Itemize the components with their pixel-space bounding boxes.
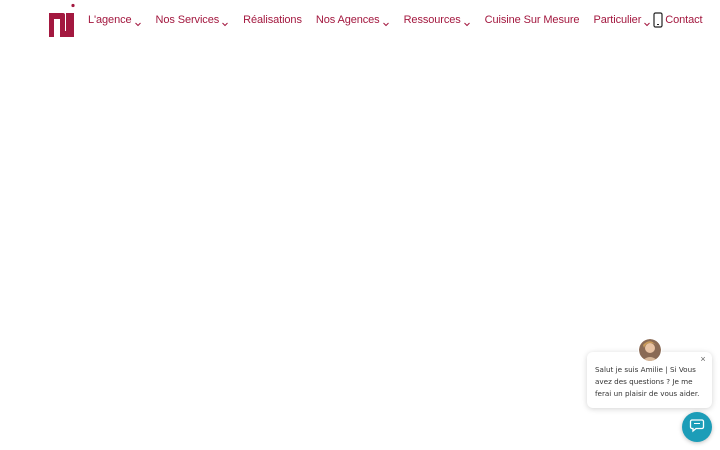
site-header: L'agence Nos Services Réalisations Nos A… bbox=[0, 0, 720, 40]
nav-item-agence[interactable]: L'agence bbox=[88, 11, 142, 29]
avatar bbox=[639, 339, 661, 361]
brand-logo[interactable] bbox=[49, 3, 77, 37]
chat-launcher-button[interactable] bbox=[682, 412, 712, 442]
nav-item-label: Ressources bbox=[403, 14, 461, 26]
nav-item-services[interactable]: Nos Services bbox=[156, 11, 230, 29]
nav-item-realisations[interactable]: Réalisations bbox=[243, 11, 302, 29]
chevron-down-icon bbox=[221, 16, 229, 27]
page: L'agence Nos Services Réalisations Nos A… bbox=[0, 0, 720, 450]
nav-item-label: Nos Agences bbox=[315, 14, 380, 26]
chevron-down-icon bbox=[643, 16, 651, 27]
nav-item-contact[interactable]: Contact bbox=[665, 11, 702, 29]
chat-message-text: Salut je suis Amilie | Si Vous avez des … bbox=[595, 365, 700, 398]
chevron-down-icon bbox=[382, 16, 390, 27]
close-icon[interactable]: × bbox=[698, 354, 708, 364]
chevron-down-icon bbox=[134, 16, 142, 27]
nav-item-particulier[interactable]: Particulier bbox=[593, 11, 651, 29]
mobile-phone-icon[interactable] bbox=[653, 12, 663, 28]
main-nav: L'agence Nos Services Réalisations Nos A… bbox=[88, 11, 703, 29]
nav-item-cuisine-sur-mesure[interactable]: Cuisine Sur Mesure bbox=[485, 11, 580, 29]
chat-icon bbox=[689, 417, 705, 438]
nav-item-ressources[interactable]: Ressources bbox=[404, 11, 471, 29]
nav-item-label: Réalisations bbox=[243, 14, 302, 26]
nav-item-label: Contact bbox=[665, 14, 703, 26]
nav-item-label: Nos Services bbox=[155, 14, 220, 26]
chevron-down-icon bbox=[463, 16, 471, 27]
nav-item-label: L'agence bbox=[88, 14, 132, 26]
nav-item-label: Particulier bbox=[593, 14, 642, 26]
nav-item-agences[interactable]: Nos Agences bbox=[316, 11, 390, 29]
nav-item-label: Cuisine Sur Mesure bbox=[484, 14, 580, 26]
